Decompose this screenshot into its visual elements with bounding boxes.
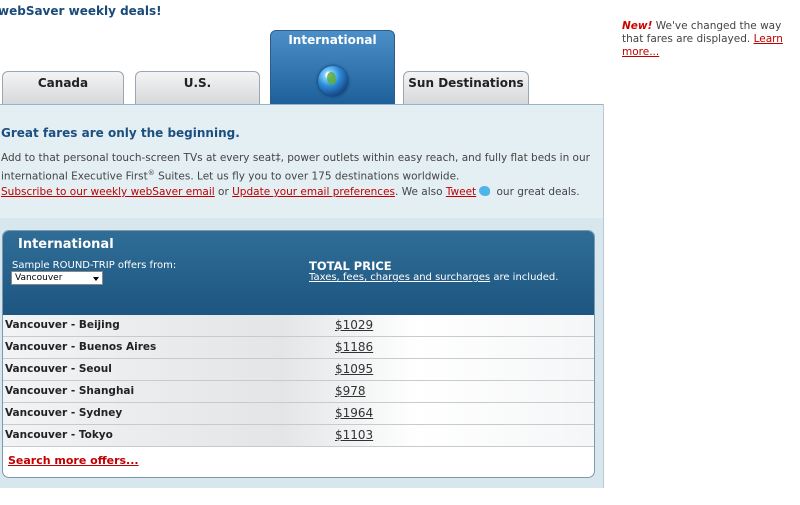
intro-panel: Great fares are only the beginning. Add …: [0, 104, 604, 218]
fares-header: International Sample ROUND-TRIP offers f…: [3, 231, 594, 315]
tab-international[interactable]: International: [270, 30, 395, 105]
fare-row: Vancouver - Buenos Aires $1186: [3, 337, 594, 359]
subscribe-link[interactable]: Subscribe to our weekly webSaver email: [1, 186, 215, 198]
registered-mark: ®: [147, 169, 155, 177]
total-price-note: Taxes, fees, charges and surcharges are …: [309, 272, 558, 283]
fare-price-link[interactable]: $1029: [335, 318, 373, 332]
route-label: Vancouver - Sydney: [5, 407, 123, 419]
intro-title: Great fares are only the beginning.: [1, 126, 240, 140]
after-tweet-text: our great deals.: [493, 186, 580, 198]
content-divider: [603, 104, 604, 488]
globe-icon: [318, 66, 348, 96]
fare-row: Vancouver - Tokyo $1103: [3, 425, 594, 447]
taxes-fees-link[interactable]: Taxes, fees, charges and surcharges: [309, 272, 490, 283]
fare-row: Vancouver - Beijing $1029: [3, 315, 594, 337]
total-note-text: are included.: [490, 272, 559, 283]
tab-canada-label: Canada: [37, 76, 89, 90]
tab-canada[interactable]: Canada: [2, 71, 124, 104]
route-label: Vancouver - Shanghai: [5, 385, 135, 397]
origin-city-value: Vancouver: [15, 273, 63, 283]
fare-price-link[interactable]: $1964: [335, 406, 373, 420]
or-text: or: [214, 186, 233, 198]
also-text: . We also: [395, 186, 446, 198]
tab-sun-label: Sun Destinations: [408, 76, 524, 90]
fare-price-link[interactable]: $1186: [335, 340, 373, 354]
fare-price-link[interactable]: $978: [335, 384, 366, 398]
fares-title: International: [18, 237, 114, 252]
origin-city-select[interactable]: Vancouver: [11, 271, 103, 285]
fare-price-link[interactable]: $1103: [335, 428, 373, 442]
intro-body-text-2: Suites. Let us fly you to over 175 desti…: [154, 170, 460, 183]
route-label: Vancouver - Seoul: [5, 363, 112, 375]
route-label: Vancouver - Beijing: [5, 319, 120, 331]
fare-list: Vancouver - Beijing $1029 Vancouver - Bu…: [3, 315, 594, 447]
tab-us-label: U.S.: [183, 76, 212, 90]
email-links: Subscribe to our weekly webSaver email o…: [1, 186, 580, 198]
total-price-heading: TOTAL PRICE: [309, 259, 392, 273]
page-title: webSaver weekly deals!: [0, 4, 162, 18]
tab-us[interactable]: U.S.: [135, 71, 260, 104]
fare-price-link[interactable]: $1095: [335, 362, 373, 376]
sample-offers-label: Sample ROUND-TRIP offers from:: [12, 260, 177, 271]
fare-row: Vancouver - Shanghai $978: [3, 381, 594, 403]
new-badge: New!: [622, 20, 653, 32]
chevron-down-icon: [93, 277, 99, 281]
tab-international-label: International: [288, 33, 377, 47]
fare-row: Vancouver - Sydney $1964: [3, 403, 594, 425]
intro-body: Add to that personal touch-screen TVs at…: [1, 151, 597, 185]
route-label: Vancouver - Tokyo: [5, 429, 113, 441]
twitter-icon: [479, 186, 491, 196]
tab-sun-destinations[interactable]: Sun Destinations: [403, 71, 529, 104]
tweet-link[interactable]: Tweet: [446, 186, 476, 198]
search-more-offers-link[interactable]: Search more offers...: [8, 454, 139, 467]
fares-panel: International Sample ROUND-TRIP offers f…: [2, 230, 595, 478]
route-label: Vancouver - Buenos Aires: [5, 341, 157, 353]
fare-row: Vancouver - Seoul $1095: [3, 359, 594, 381]
fare-display-notice: New! We've changed the way that fares ar…: [622, 20, 794, 59]
update-preferences-link[interactable]: Update your email preferences: [232, 186, 395, 198]
